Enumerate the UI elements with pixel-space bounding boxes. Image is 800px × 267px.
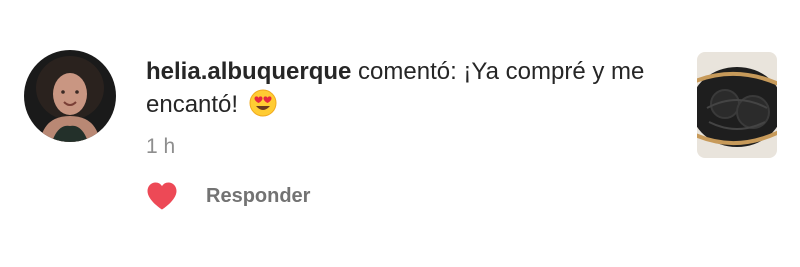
username-link[interactable]: helia.albuquerque: [146, 58, 351, 85]
heart-icon[interactable]: [146, 181, 178, 211]
heart-eyes-emoji-icon: [249, 89, 277, 126]
comment-actions: Responder: [146, 178, 310, 214]
post-thumbnail[interactable]: [697, 52, 777, 158]
comment-notification[interactable]: helia.albuquerque comentó: ¡Ya compré y …: [0, 0, 800, 267]
timestamp: 1 h: [146, 135, 176, 158]
comment-block: helia.albuquerque comentó: ¡Ya compré y …: [146, 55, 646, 126]
avatar[interactable]: [24, 50, 116, 142]
comment-text: helia.albuquerque comentó: ¡Ya compré y …: [146, 55, 646, 126]
reply-button[interactable]: Responder: [206, 185, 310, 208]
